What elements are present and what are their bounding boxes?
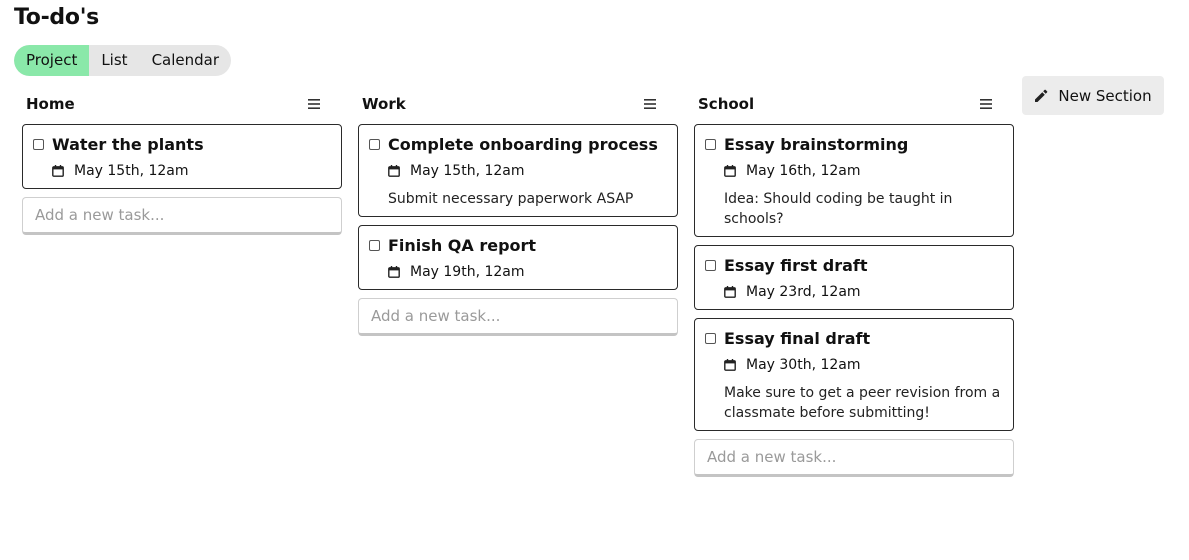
task-due-date: May 16th, 12am (724, 161, 1003, 181)
task-card[interactable]: Finish QA report May 19th, 12am (358, 225, 678, 290)
task-title: Finish QA report (388, 236, 537, 255)
task-card[interactable]: Water the plants May 15th, 12am (22, 124, 342, 189)
tab-list[interactable]: List (89, 45, 139, 76)
section-header: School (694, 88, 1014, 120)
menu-icon[interactable] (308, 99, 320, 109)
task-description: Submit necessary paperwork ASAP (388, 191, 634, 207)
view-tabs: Project List Calendar (14, 45, 232, 76)
calendar-icon (724, 286, 736, 298)
task-due-date: May 15th, 12am (52, 161, 331, 181)
task-checkbox[interactable] (33, 139, 44, 150)
task-title: Essay final draft (724, 329, 871, 348)
add-task-input[interactable] (358, 298, 678, 336)
app-root: To-do's Project List Calendar Home Water… (0, 0, 1189, 560)
task-checkbox[interactable] (705, 333, 716, 344)
calendar-icon (388, 165, 400, 177)
page-title: To-do's (14, 5, 99, 30)
task-date-text: May 16th, 12am (746, 163, 861, 179)
task-due-date: May 23rd, 12am (724, 282, 1003, 302)
section-header: Work (358, 88, 678, 120)
section-title: Work (362, 95, 406, 113)
task-list: Water the plants May 15th, 12am (22, 124, 342, 189)
task-title: Water the plants (52, 135, 204, 154)
task-checkbox[interactable] (705, 139, 716, 150)
new-section-button[interactable]: New Section (1022, 76, 1164, 115)
task-date-text: May 23rd, 12am (746, 284, 861, 300)
task-due-date: May 30th, 12am (724, 355, 1003, 375)
task-due-date: May 15th, 12am (388, 161, 667, 181)
section-home: Home Water the plants May 15th, 12am Add… (22, 88, 342, 235)
task-description: Idea: Should coding be taught in schools… (724, 191, 953, 227)
section-title: School (698, 95, 755, 113)
task-list: Complete onboarding process May 15th, 12… (358, 124, 678, 290)
task-title: Complete onboarding process (388, 135, 658, 154)
add-task-input[interactable] (694, 439, 1014, 477)
task-due-date: May 19th, 12am (388, 262, 667, 282)
task-card[interactable]: Complete onboarding process May 15th, 12… (358, 124, 678, 217)
pencil-icon (1035, 89, 1048, 102)
section-work: Work Complete onboarding process May 15t… (358, 88, 678, 336)
add-task-input[interactable] (22, 197, 342, 235)
task-checkbox[interactable] (369, 139, 380, 150)
task-title: Essay first draft (724, 256, 868, 275)
task-date-text: May 15th, 12am (410, 163, 525, 179)
task-description: Make sure to get a peer revision from a … (724, 385, 1001, 421)
task-checkbox[interactable] (705, 260, 716, 271)
new-section-label: New Section (1058, 86, 1152, 105)
task-list: Essay brainstorming May 16th, 12am Idea:… (694, 124, 1014, 431)
calendar-icon (52, 165, 64, 177)
calendar-icon (724, 359, 736, 371)
task-card[interactable]: Essay final draft May 30th, 12am Make su… (694, 318, 1014, 431)
menu-icon[interactable] (980, 99, 992, 109)
task-date-text: May 15th, 12am (74, 163, 189, 179)
task-checkbox[interactable] (369, 240, 380, 251)
task-date-text: May 30th, 12am (746, 357, 861, 373)
calendar-icon (724, 165, 736, 177)
calendar-icon (388, 266, 400, 278)
task-date-text: May 19th, 12am (410, 264, 525, 280)
tab-project[interactable]: Project (14, 45, 90, 76)
section-title: Home (26, 95, 75, 113)
task-card[interactable]: Essay brainstorming May 16th, 12am Idea:… (694, 124, 1014, 237)
task-card[interactable]: Essay first draft May 23rd, 12am (694, 245, 1014, 310)
section-school: School Essay brainstorming May 16th, 12a… (694, 88, 1014, 477)
menu-icon[interactable] (644, 99, 656, 109)
section-header: Home (22, 88, 342, 120)
tab-calendar[interactable]: Calendar (140, 45, 231, 76)
task-title: Essay brainstorming (724, 135, 909, 154)
board: Home Water the plants May 15th, 12am Add… (22, 88, 1030, 477)
